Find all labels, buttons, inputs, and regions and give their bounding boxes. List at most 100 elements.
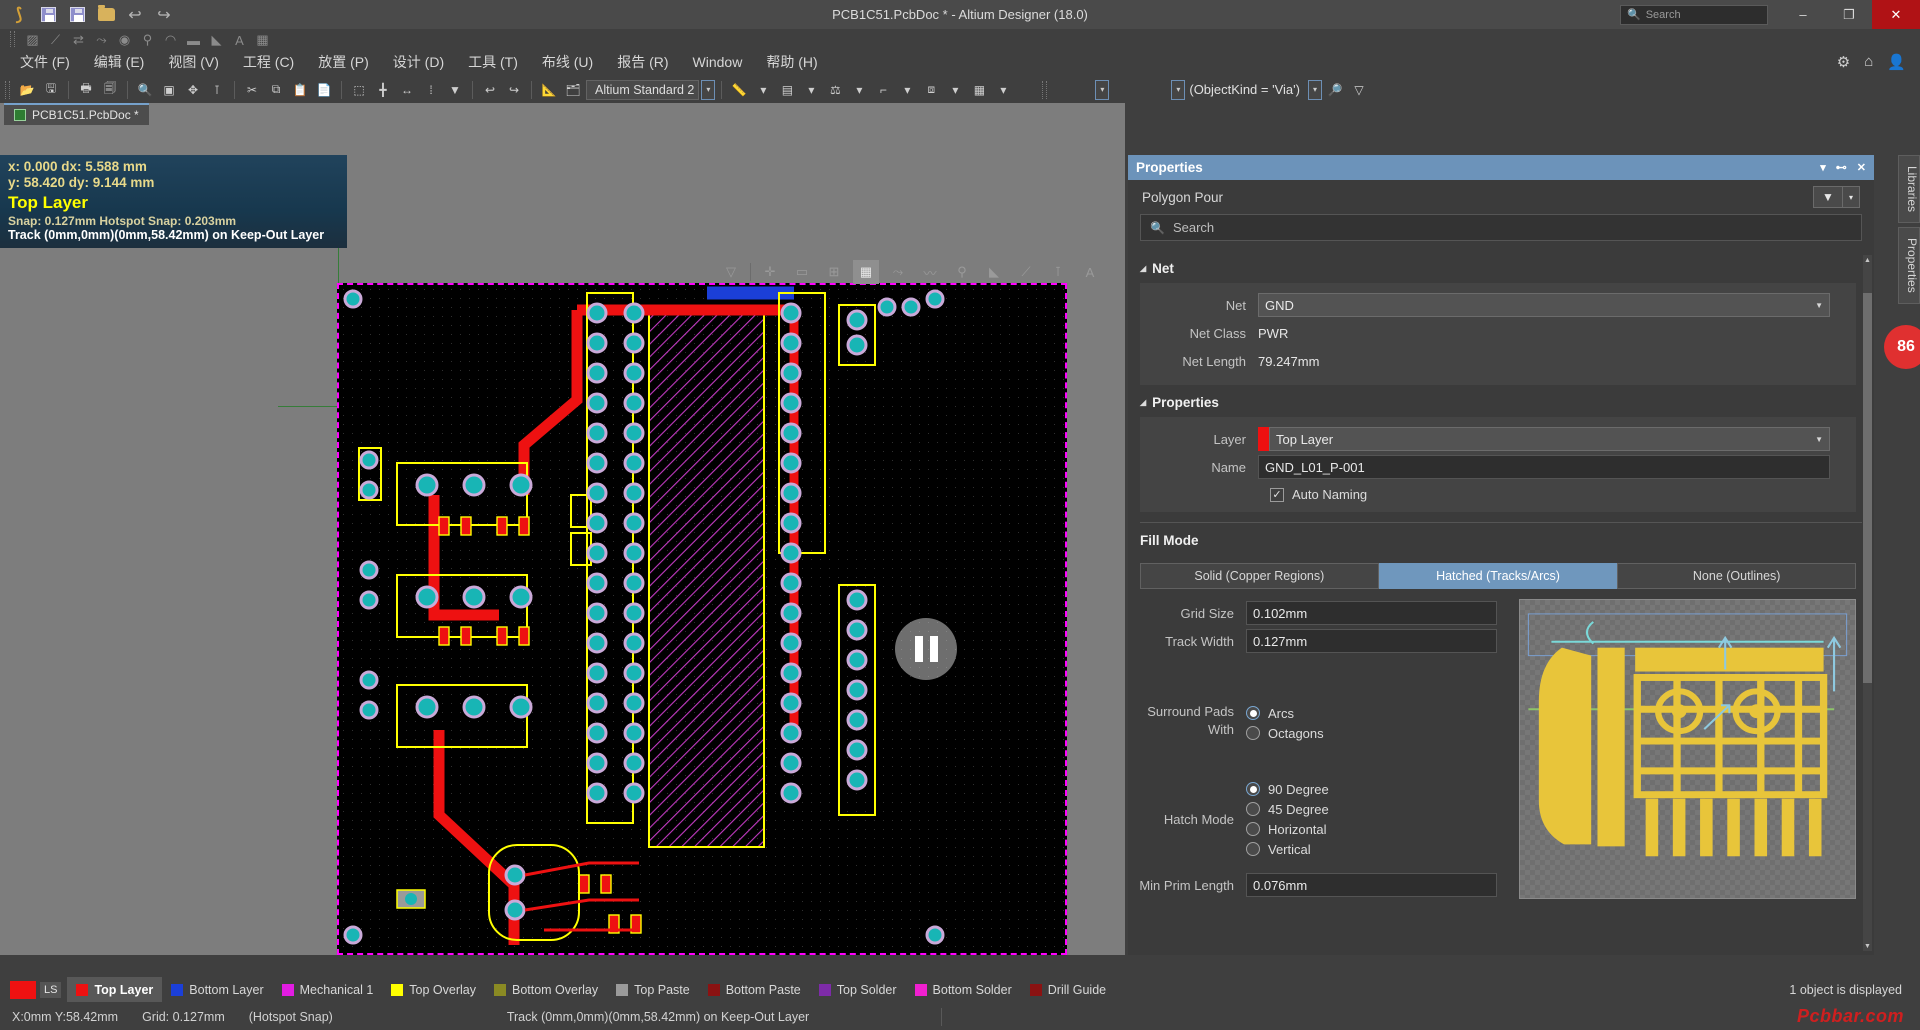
text-tool-icon[interactable]: A <box>1077 260 1103 284</box>
board-style-combo[interactable]: Altium Standard 2 <box>586 79 700 100</box>
tab-libraries[interactable]: Libraries <box>1898 155 1920 224</box>
altium-logo-icon[interactable]: ⟆ <box>8 4 30 25</box>
hatch-45-radio[interactable] <box>1246 802 1260 816</box>
board-shape-caret[interactable]: ▾ <box>896 79 918 100</box>
rubber-stamp-icon[interactable]: ⬚ <box>348 79 370 100</box>
track-width-input[interactable]: 0.127mm <box>1246 629 1497 653</box>
panel-scrollbar-thumb[interactable] <box>1863 293 1872 683</box>
design-rules-icon[interactable]: 📏 <box>728 79 750 100</box>
align-icon[interactable]: ╋ <box>372 79 394 100</box>
panel-filter-icon[interactable]: ▼ <box>1813 186 1843 208</box>
print-page-icon[interactable]: 🗐 <box>99 79 121 100</box>
menu-route[interactable]: 布线 (U) <box>530 49 605 75</box>
auto-naming-row[interactable]: ✓ Auto Naming <box>1140 487 1856 502</box>
fill-mode-solid-button[interactable]: Solid (Copper Regions) <box>1140 563 1379 589</box>
menu-tools[interactable]: 工具 (T) <box>456 49 530 75</box>
menu-edit[interactable]: 编辑 (E) <box>82 49 157 75</box>
fit-board-icon[interactable]: ▣ <box>158 79 180 100</box>
objectkind-dropdown[interactable]: ▾ <box>1171 79 1186 100</box>
print-preview-icon[interactable]: 🖶 <box>75 79 97 100</box>
scroll-down-icon[interactable]: ▼ <box>1863 941 1872 951</box>
layer-tab-top-solder[interactable]: Top Solder <box>810 977 906 1002</box>
layer-stack-caret[interactable]: ▾ <box>800 79 822 100</box>
length-tune-icon[interactable]: 〰 <box>917 260 943 284</box>
paste-special-icon[interactable]: 📄 <box>313 79 335 100</box>
print-icon[interactable]: 🖫 <box>40 79 62 100</box>
hatch-horizontal-option[interactable]: Horizontal <box>1246 819 1329 839</box>
panel-search-input[interactable]: 🔍 Search <box>1140 214 1862 241</box>
layer-tab-bottom-solder[interactable]: Bottom Solder <box>906 977 1021 1002</box>
layer-tab-bottom-layer[interactable]: Bottom Layer <box>162 977 272 1002</box>
min-prim-length-input[interactable]: 0.076mm <box>1246 873 1497 897</box>
copy-icon[interactable]: ⧉ <box>265 79 287 100</box>
save-icon[interactable] <box>37 4 59 25</box>
menu-reports[interactable]: 报告 (R) <box>605 49 680 75</box>
fill-mode-hatched-button[interactable]: Hatched (Tracks/Arcs) <box>1378 563 1618 589</box>
coordinate-tool-icon[interactable]: ⊺ <box>1045 260 1071 284</box>
layer-tab-drill-guide[interactable]: Drill Guide <box>1021 977 1115 1002</box>
user-icon[interactable]: 👤 <box>1887 53 1906 71</box>
redo-icon[interactable]: ↪ <box>153 4 175 25</box>
open-document-icon[interactable]: 📂 <box>16 79 38 100</box>
design-rules-caret[interactable]: ▾ <box>752 79 774 100</box>
hatch-90-option[interactable]: 90 Degree <box>1246 779 1329 799</box>
region-tool-icon[interactable]: ◣ <box>981 260 1007 284</box>
dimension-tool-icon[interactable]: ⟋ <box>1013 260 1039 284</box>
close-button[interactable]: ✕ <box>1872 0 1920 29</box>
layer-tab-mechanical-1[interactable]: Mechanical 1 <box>273 977 383 1002</box>
hatch-vertical-radio[interactable] <box>1246 842 1260 856</box>
tab-properties[interactable]: Properties <box>1898 227 1920 304</box>
menu-place[interactable]: 放置 (P) <box>306 49 381 75</box>
minimize-button[interactable]: – <box>1780 0 1826 29</box>
grid-caret[interactable]: ▾ <box>992 79 1014 100</box>
main-toolbar-grip[interactable] <box>5 80 10 99</box>
polygon-caret[interactable]: ▾ <box>944 79 966 100</box>
undo-icon[interactable]: ↩ <box>124 4 146 25</box>
layer-tab-top-overlay[interactable]: Top Overlay <box>382 977 485 1002</box>
maximize-button[interactable]: ❐ <box>1826 0 1872 29</box>
menu-design[interactable]: 设计 (D) <box>381 49 456 75</box>
layer-tab-bottom-paste[interactable]: Bottom Paste <box>699 977 810 1002</box>
pcb-board-outline[interactable] <box>337 283 1067 955</box>
crosshair-tool-icon[interactable]: ✛ <box>757 260 783 284</box>
filter-funnel-icon[interactable]: ▽ <box>718 260 744 284</box>
filter-toolbar-grip[interactable] <box>1042 80 1048 99</box>
zoom-area-icon[interactable]: 🔍 <box>134 79 156 100</box>
surround-arcs-option[interactable]: Arcs <box>1246 703 1324 723</box>
hatch-horizontal-radio[interactable] <box>1246 822 1260 836</box>
via-tool-icon[interactable]: ⚲ <box>949 260 975 284</box>
layer-tab-bottom-overlay[interactable]: Bottom Overlay <box>485 977 607 1002</box>
filter-icon[interactable]: ▼ <box>444 79 466 100</box>
net-section-header[interactable]: ◢ Net <box>1128 251 1874 283</box>
cross-probe-icon[interactable]: 📐 <box>538 79 560 100</box>
redo-toolbar-icon[interactable]: ↪ <box>503 79 525 100</box>
gear-icon[interactable]: ⚙ <box>1837 53 1850 71</box>
layer-select[interactable]: Top Layer ▼ <box>1269 427 1830 451</box>
browse-components-icon[interactable]: 🗂 <box>562 79 584 100</box>
board-style-dropdown[interactable]: ▾ <box>701 79 716 100</box>
save-all-icon[interactable] <box>66 4 88 25</box>
hatch-vertical-option[interactable]: Vertical <box>1246 839 1329 859</box>
scroll-up-icon[interactable]: ▲ <box>1863 255 1872 265</box>
menu-file[interactable]: 文件 (F) <box>8 49 82 75</box>
order-icon[interactable]: ⁞ <box>420 79 442 100</box>
grid-manager-icon[interactable]: ▦ <box>968 79 990 100</box>
auto-naming-checkbox[interactable]: ✓ <box>1270 487 1284 502</box>
hatch-45-option[interactable]: 45 Degree <box>1246 799 1329 819</box>
surround-arcs-radio[interactable] <box>1246 706 1260 720</box>
clear-filter-icon[interactable]: ▽ <box>1348 79 1370 100</box>
surround-octagons-option[interactable]: Octagons <box>1246 723 1324 743</box>
board-shape-icon[interactable]: ⌐ <box>872 79 894 100</box>
select-icon[interactable]: ✥ <box>182 79 204 100</box>
objectkind-expand[interactable]: ▾ <box>1307 79 1322 100</box>
panel-close-icon[interactable]: ✕ <box>1857 161 1866 174</box>
hatch-90-radio[interactable] <box>1246 782 1260 796</box>
paste-icon[interactable]: 📋 <box>289 79 311 100</box>
surround-octagons-radio[interactable] <box>1246 726 1260 740</box>
measure-icon[interactable]: ⊺ <box>206 79 228 100</box>
panel-pin-icon[interactable]: ⊷ <box>1836 161 1847 174</box>
grid-size-input[interactable]: 0.102mm <box>1246 601 1497 625</box>
apply-filter-icon[interactable]: 🔎 <box>1324 79 1346 100</box>
menu-view[interactable]: 视图 (V) <box>156 49 231 75</box>
layer-stack-icon[interactable]: ▤ <box>776 79 798 100</box>
